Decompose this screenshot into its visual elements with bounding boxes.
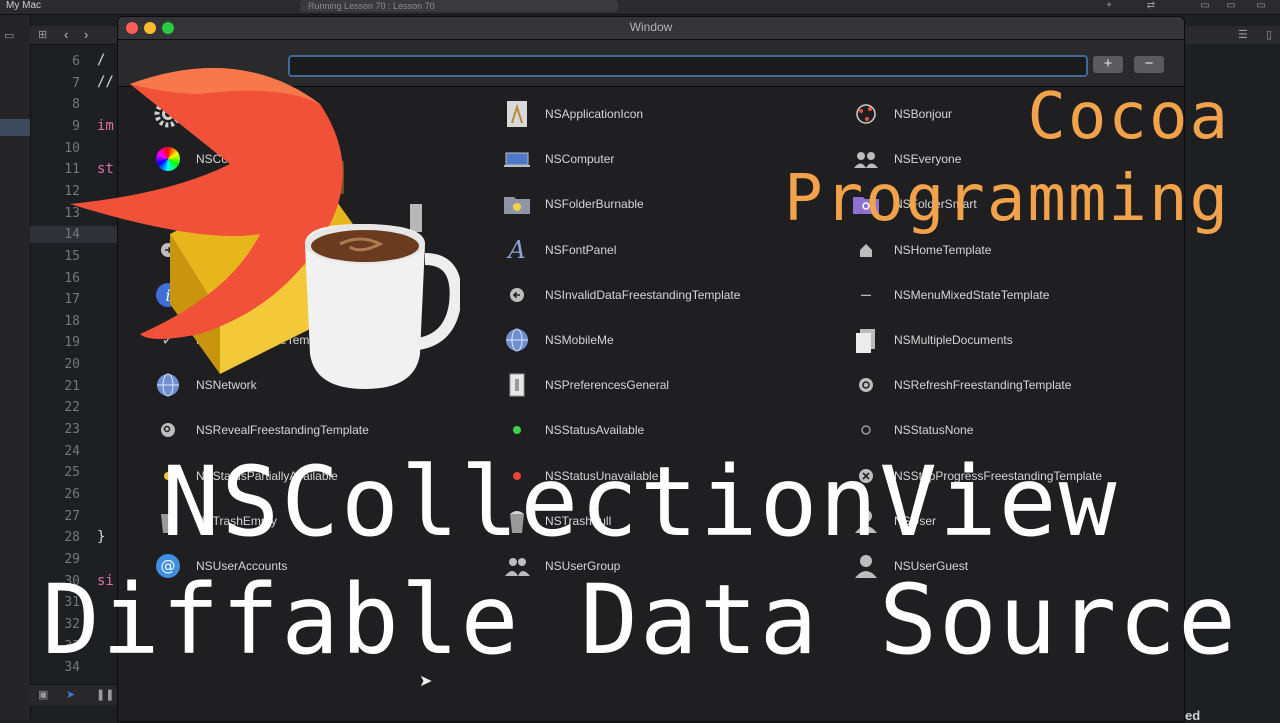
collection-item-label: NSFontPanel: [545, 242, 617, 257]
scheme-selector[interactable]: My Mac: [6, 0, 41, 12]
collection-item-label: NSStatusNone: [894, 423, 974, 438]
collection-item-label: NSInvalidDataFreestandingTemplate: [545, 287, 741, 302]
collection-item-label: NSFolderBurnable: [545, 197, 644, 212]
collection-item-label: NSHomeTemplate: [894, 242, 992, 257]
back-chevron-icon[interactable]: ‹: [64, 27, 68, 42]
window-title: Window: [629, 20, 673, 34]
refresh-icon: [850, 369, 882, 401]
empty-dot-icon: [850, 414, 882, 446]
collection-item-label: NSMobileMe: [545, 333, 614, 347]
course-title: Cocoa Programming: [784, 76, 1230, 240]
line-number: 23: [64, 422, 80, 438]
dash-icon: –: [860, 284, 871, 305]
remove-item-button[interactable]: −: [1134, 56, 1164, 73]
inspector-toggle-icon[interactable]: ▭: [1250, 0, 1272, 12]
editor-options-icon[interactable]: ☰: [1238, 28, 1248, 41]
collection-item-label: NSStatusAvailable: [545, 423, 645, 438]
xcode-toolbar: My Mac Running Lesson 70 : Lesson 70 + ⇄…: [0, 0, 1280, 15]
pause-icon[interactable]: ❚❚: [96, 688, 114, 701]
breakpoints-icon[interactable]: ➤: [66, 688, 75, 701]
cocoa-artwork: [70, 68, 460, 389]
invalid-data-icon: [501, 279, 533, 311]
documents-icon: [850, 324, 882, 356]
course-title-line2: Programming: [784, 162, 1230, 236]
comment-icon[interactable]: ▭: [4, 29, 14, 42]
course-title-line1: Cocoa: [1027, 80, 1230, 154]
coffee-mug-icon: [305, 224, 460, 389]
lesson-title-line2: Diffable Data Source: [42, 564, 1238, 676]
forward-chevron-icon[interactable]: ›: [84, 27, 88, 42]
app-icon: [501, 98, 533, 130]
collection-item-label: NSRevealFreestandingTemplate: [196, 423, 369, 438]
swap-icon[interactable]: ⇄: [1140, 0, 1162, 12]
split-editor-icon[interactable]: ▯: [1266, 28, 1272, 41]
collection-item-label: NSComputer: [545, 152, 615, 167]
grid-icon[interactable]: ⊞: [38, 28, 47, 41]
font-panel-icon: A: [508, 235, 526, 264]
collection-item-label: NSApplicationIcon: [545, 107, 644, 121]
computer-icon: [501, 143, 533, 175]
collection-item-label: NSMenuMixedStateTemplate: [894, 287, 1050, 302]
navigator-selected-row[interactable]: [0, 119, 30, 136]
add-item-button[interactable]: +: [1093, 56, 1123, 73]
partial-status-text: ed: [1185, 708, 1201, 723]
green-dot-icon: [501, 414, 533, 446]
debug-toggle-icon[interactable]: ▭: [1220, 0, 1242, 12]
navigator-toggle-icon[interactable]: ▭: [1194, 0, 1216, 12]
reveal-icon: [152, 414, 184, 446]
collection-item-label: NSPreferencesGeneral: [545, 378, 670, 393]
add-icon[interactable]: +: [1098, 0, 1120, 12]
burnable-folder-icon: [501, 188, 533, 220]
preferences-switch-icon: [501, 369, 533, 401]
globe-icon: [501, 324, 533, 356]
lesson-title-line1: NSCollectionView: [161, 446, 1119, 558]
collection-item-label: NSMultipleDocuments: [894, 333, 1013, 347]
hide-debug-icon[interactable]: ▣: [38, 688, 48, 701]
title-bar[interactable]: Window: [118, 17, 1184, 40]
activity-status: Running Lesson 70 : Lesson 70: [300, 0, 618, 12]
mouse-pointer-icon: ➤: [419, 673, 433, 690]
collection-item-label: NSRefreshFreestandingTemplate: [894, 378, 1072, 393]
